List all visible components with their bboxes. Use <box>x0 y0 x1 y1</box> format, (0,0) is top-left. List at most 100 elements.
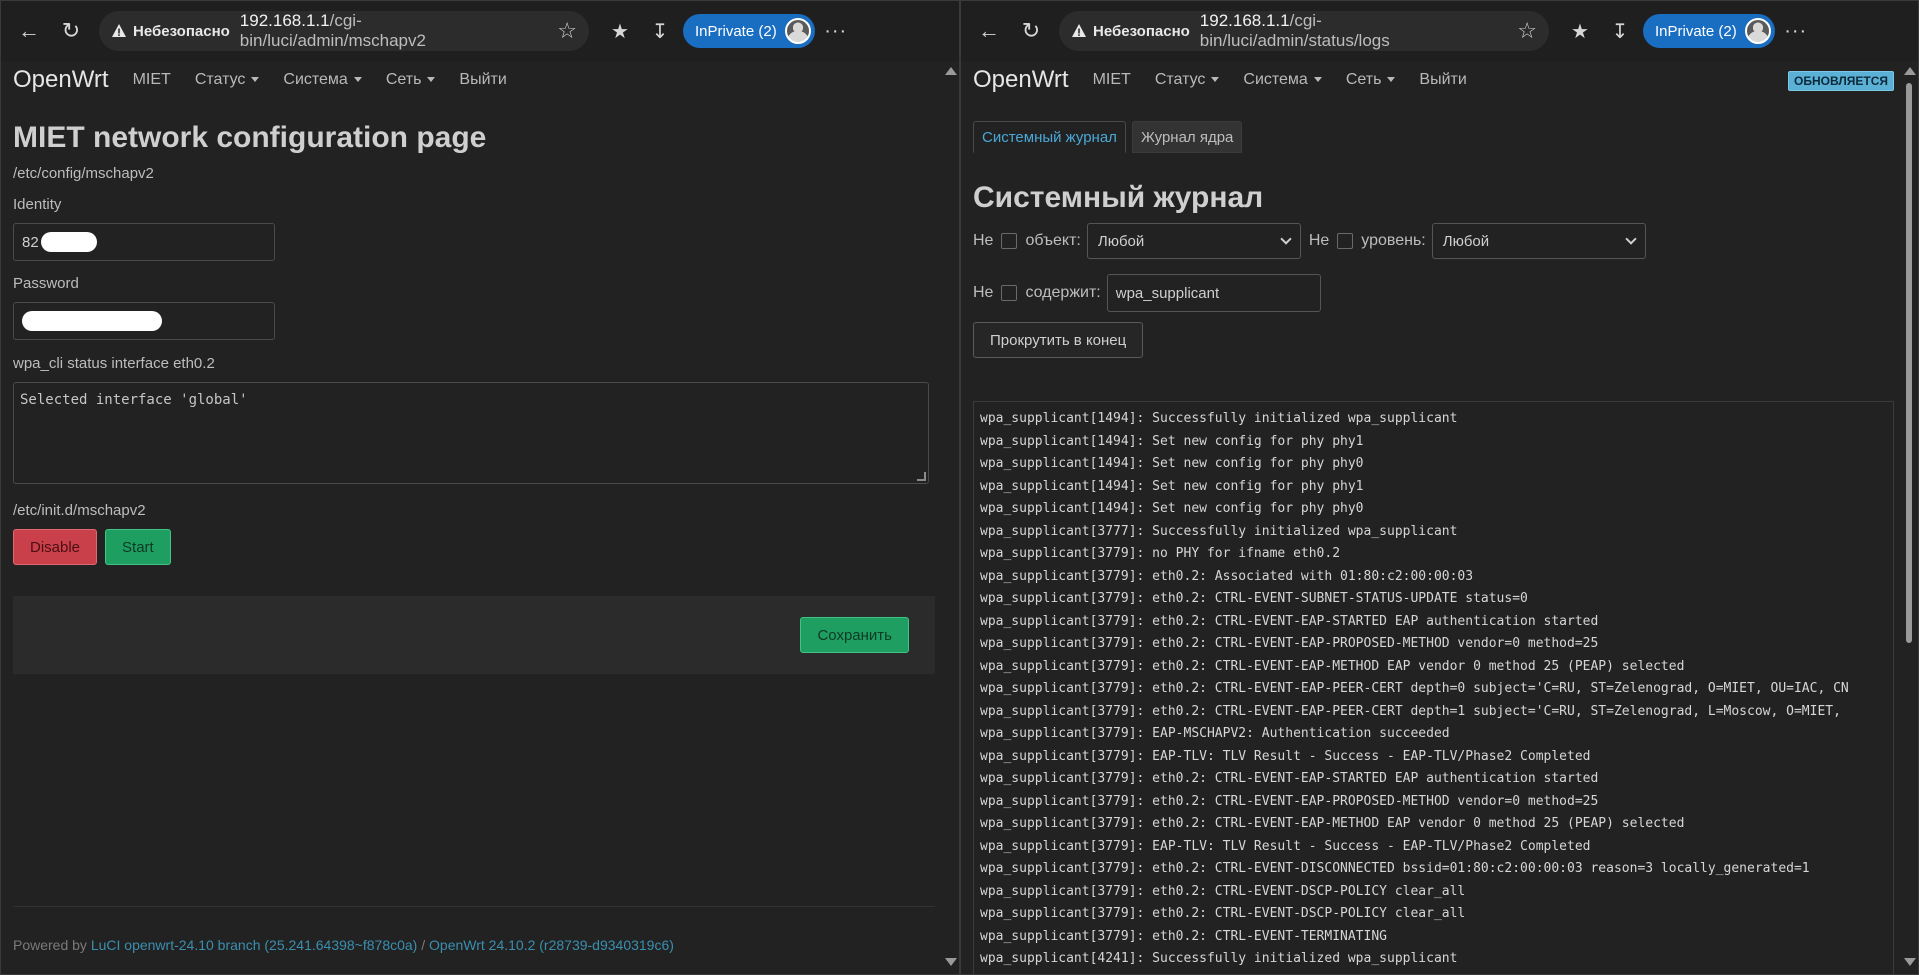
page-title: Системный журнал <box>973 181 1264 214</box>
status-label: wpa_cli status interface eth0.2 <box>13 355 215 372</box>
brand-logo[interactable]: OpenWrt <box>973 66 1069 94</box>
status-output-text: Selected interface 'global' <box>20 392 248 408</box>
log-line: wpa_supplicant[1494]: Set new config for… <box>980 501 1364 516</box>
config-path: /etc/config/mschapv2 <box>13 165 154 182</box>
nav-item-network[interactable]: Сеть <box>386 71 436 89</box>
not-label: Не <box>973 284 994 301</box>
inprivate-label: InPrivate (2) <box>1655 22 1737 40</box>
scrollbar[interactable] <box>941 61 959 974</box>
more-icon[interactable]: ··· <box>821 20 851 43</box>
download-icon[interactable]: ↧ <box>1603 14 1637 48</box>
log-line: wpa_supplicant[3779]: EAP-TLV: TLV Resul… <box>980 748 1591 764</box>
luci-link[interactable]: LuCI openwrt-24.10 branch (25.241.64398~… <box>91 937 418 953</box>
insecure-label: Небезопасно <box>133 22 230 40</box>
redaction-mark <box>22 311 162 331</box>
favorites-icon[interactable]: ★ <box>1563 14 1597 48</box>
inprivate-button[interactable]: InPrivate (2) <box>1643 14 1775 48</box>
star-icon[interactable]: ☆ <box>557 18 577 44</box>
footer-prefix: Powered by <box>13 937 91 953</box>
not-label: Не <box>973 232 994 249</box>
page-content: OpenWrt MIET Статус Система Сеть Выйти О… <box>961 61 1900 974</box>
refresh-icon[interactable]: ↻ <box>53 13 89 49</box>
nav-item-network[interactable]: Сеть <box>1346 71 1396 89</box>
openwrt-link[interactable]: OpenWrt 24.10.2 (r28739-d9340319c6) <box>429 937 674 953</box>
log-line: wpa_supplicant[3779]: eth0.2: CTRL-EVENT… <box>980 591 1528 606</box>
log-line: wpa_supplicant[3779]: EAP-MSCHAPV2: Auth… <box>980 726 1450 741</box>
insecure-label: Небезопасно <box>1093 22 1190 40</box>
caret-down-icon <box>427 77 436 83</box>
address-bar[interactable]: Небезопасно 192.168.1.1/cgi-bin/luci/adm… <box>99 11 589 51</box>
back-arrow-icon[interactable]: ← <box>11 13 47 49</box>
status-output[interactable]: Selected interface 'global' <box>13 382 929 484</box>
nav-item-status[interactable]: Статус <box>195 71 260 89</box>
level-select[interactable]: Любой <box>1431 223 1646 259</box>
identity-field[interactable]: 82 <box>13 223 275 261</box>
invert-contains-checkbox[interactable] <box>1001 285 1018 301</box>
scroll-up-icon[interactable] <box>945 67 957 75</box>
inprivate-button[interactable]: InPrivate (2) <box>683 14 815 48</box>
back-arrow-icon[interactable]: ← <box>971 13 1007 49</box>
scroll-down-icon[interactable] <box>1904 958 1916 966</box>
start-button[interactable]: Start <box>105 529 171 565</box>
scrollbar[interactable] <box>1900 61 1918 974</box>
log-line: wpa_supplicant[3779]: eth0.2: CTRL-EVENT… <box>980 816 1685 831</box>
nav-item-system[interactable]: Система <box>1243 71 1322 89</box>
password-field[interactable] <box>13 302 275 340</box>
log-line: wpa_supplicant[3779]: eth0.2: CTRL-EVENT… <box>980 636 1599 651</box>
save-button[interactable]: Сохранить <box>800 617 909 653</box>
invert-level-checkbox[interactable] <box>1337 233 1354 249</box>
security-indicator[interactable]: Небезопасно <box>111 23 230 40</box>
top-navigation: OpenWrt MIET Статус Система Сеть Выйти О… <box>961 61 1900 99</box>
log-line: wpa_supplicant[1494]: Set new config for… <box>980 433 1364 449</box>
footer: Powered by LuCI openwrt-24.10 branch (25… <box>13 937 674 953</box>
not-label: Не <box>1308 232 1330 249</box>
redaction-mark <box>40 232 97 252</box>
address-bar[interactable]: Небезопасно 192.168.1.1/cgi-bin/luci/adm… <box>1059 11 1549 51</box>
log-line: wpa_supplicant[3779]: eth0.2: CTRL-EVENT… <box>980 613 1599 629</box>
scroll-thumb[interactable] <box>1906 83 1912 643</box>
identity-value: 82 <box>22 233 39 251</box>
refresh-status-badge[interactable]: ОБНОВЛЯЕТСЯ <box>1788 71 1894 91</box>
nav-label: Сеть <box>1345 71 1382 88</box>
star-icon[interactable]: ☆ <box>1517 18 1537 44</box>
scroll-to-end-button[interactable]: Прокрутить в конец <box>973 322 1144 358</box>
log-tabs: Системный журнал Журнал ядра <box>973 121 1900 153</box>
scroll-down-icon[interactable] <box>945 958 957 966</box>
nav-item-miet[interactable]: MIET <box>1093 71 1131 89</box>
refresh-icon[interactable]: ↻ <box>1013 13 1049 49</box>
scroll-up-icon[interactable] <box>1904 67 1916 75</box>
nav-item-miet[interactable]: MIET <box>133 71 171 89</box>
log-line: wpa_supplicant[1494]: Set new config for… <box>980 478 1364 494</box>
tab-kernel-log[interactable]: Журнал ядра <box>1131 121 1243 153</box>
object-select[interactable]: Любой <box>1086 223 1301 259</box>
nav-item-status[interactable]: Статус <box>1155 71 1220 89</box>
log-line: wpa_supplicant[3779]: eth0.2: CTRL-EVENT… <box>980 883 1466 899</box>
log-line: wpa_supplicant[3779]: eth0.2: CTRL-EVENT… <box>980 928 1387 944</box>
object-label: объект: <box>1025 232 1081 249</box>
brand-logo[interactable]: OpenWrt <box>13 66 109 94</box>
url-text[interactable]: 192.168.1.1/cgi-bin/luci/admin/mschapv2 <box>240 11 541 51</box>
level-select-value: Любой <box>1442 232 1490 250</box>
level-label: уровень: <box>1361 232 1426 249</box>
log-line: wpa_supplicant[3779]: eth0.2: CTRL-EVENT… <box>980 861 1810 876</box>
contains-input[interactable]: wpa_supplicant <box>1106 274 1321 312</box>
security-indicator[interactable]: Небезопасно <box>1071 23 1190 40</box>
nav-item-logout[interactable]: Выйти <box>459 71 506 89</box>
more-icon[interactable]: ··· <box>1781 20 1811 43</box>
invert-object-checkbox[interactable] <box>1001 233 1018 249</box>
log-line: wpa_supplicant[3779]: eth0.2: CTRL-EVENT… <box>980 793 1599 809</box>
password-label: Password <box>13 275 79 292</box>
log-line: wpa_supplicant[3779]: no PHY for ifname … <box>980 546 1341 561</box>
download-icon[interactable]: ↧ <box>643 14 677 48</box>
nav-item-system[interactable]: Система <box>283 71 362 89</box>
tab-system-log[interactable]: Системный журнал <box>973 121 1126 153</box>
favorites-icon[interactable]: ★ <box>603 14 637 48</box>
disable-button[interactable]: Disable <box>13 529 98 565</box>
caret-down-icon <box>353 77 362 83</box>
url-text[interactable]: 192.168.1.1/cgi-bin/luci/admin/status/lo… <box>1200 11 1501 51</box>
object-select-value: Любой <box>1097 232 1145 250</box>
nav-item-logout[interactable]: Выйти <box>1419 71 1466 89</box>
caret-down-icon <box>1313 77 1322 83</box>
resize-handle[interactable] <box>917 472 926 481</box>
log-output[interactable]: wpa_supplicant[1494]: Successfully initi… <box>973 401 1894 974</box>
